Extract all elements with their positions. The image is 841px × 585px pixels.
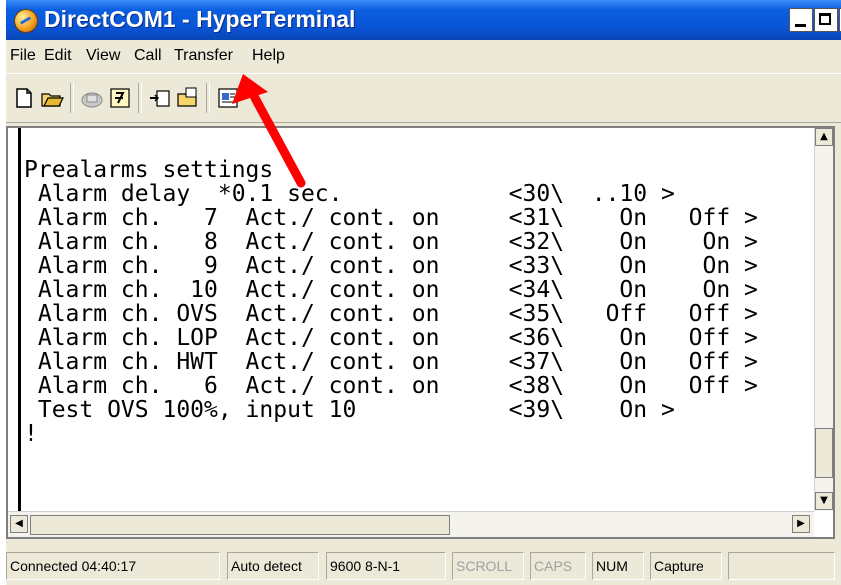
- phone-icon: [81, 92, 103, 108]
- terminal-screen[interactable]: Prealarms settings Alarm delay *0.1 sec.…: [8, 128, 814, 511]
- maximize-button[interactable]: [814, 8, 838, 32]
- terminal-line: Alarm ch. 7 Act./ cont. on <31\ On Off >: [24, 205, 758, 231]
- menu-view[interactable]: View: [86, 47, 120, 65]
- status-caps: CAPS: [530, 552, 586, 580]
- terminal-output: Prealarms settings Alarm delay *0.1 sec.…: [24, 158, 758, 446]
- title-bar[interactable]: DirectCOM1 - HyperTerminal ×: [6, 0, 841, 40]
- menu-file[interactable]: File: [10, 47, 36, 65]
- toolbar-separator: [138, 83, 142, 113]
- terminal-line: Alarm ch. 8 Act./ cont. on <32\ On On >: [24, 229, 758, 255]
- open-button[interactable]: [40, 86, 64, 110]
- menu-bar: File Edit View Call Transfer Help: [6, 40, 841, 73]
- properties-button[interactable]: [216, 86, 240, 110]
- call-button[interactable]: [80, 86, 104, 110]
- menu-help[interactable]: Help: [252, 47, 285, 65]
- menu-call[interactable]: Call: [134, 47, 162, 65]
- scroll-left-button[interactable]: ◀: [10, 515, 28, 533]
- terminal-line: Alarm ch. LOP Act./ cont. on <36\ On Off…: [24, 325, 758, 351]
- menu-transfer[interactable]: Transfer: [174, 47, 233, 65]
- open-icon: [41, 93, 64, 107]
- window-title: DirectCOM1 - HyperTerminal: [44, 6, 356, 32]
- terminal-line: Alarm delay *0.1 sec. <30\ ..10 >: [24, 181, 675, 207]
- status-capture: Capture: [650, 552, 722, 580]
- terminal-line: Test OVS 100%, input 10 <39\ On >: [24, 397, 675, 423]
- toolbar-separator: [206, 83, 210, 113]
- disconnect-button[interactable]: [108, 86, 132, 110]
- status-bar: Connected 04:40:17 Auto detect 9600 8-N-…: [6, 543, 841, 585]
- terminal-line: Alarm ch. OVS Act./ cont. on <35\ Off Of…: [24, 301, 758, 327]
- send-button[interactable]: [148, 86, 172, 110]
- status-scroll: SCROLL: [452, 552, 524, 580]
- send-icon: [150, 90, 170, 107]
- scroll-down-button[interactable]: ▼: [815, 492, 833, 510]
- disconnect-icon: [110, 88, 130, 108]
- hyperterminal-app-icon[interactable]: [14, 9, 38, 33]
- vertical-scroll-thumb[interactable]: [815, 428, 833, 478]
- hyperterminal-window: DirectCOM1 - HyperTerminal × File Edit V…: [6, 0, 841, 585]
- minimize-button[interactable]: [789, 8, 813, 32]
- vertical-scrollbar[interactable]: ▲ ▼: [814, 128, 833, 511]
- toolbar: [6, 73, 841, 123]
- horizontal-scroll-thumb[interactable]: [30, 515, 450, 535]
- horizontal-scrollbar[interactable]: ◀ ▶: [8, 511, 814, 537]
- terminal-line: Alarm ch. 9 Act./ cont. on <33\ On On >: [24, 253, 758, 279]
- scroll-right-button[interactable]: ▶: [792, 515, 810, 533]
- status-detect: Auto detect: [227, 552, 319, 580]
- status-print-echo: [728, 552, 835, 580]
- receive-icon: [177, 87, 197, 107]
- menu-edit[interactable]: Edit: [44, 47, 72, 65]
- terminal-line: Alarm ch. 10 Act./ cont. on <34\ On On >: [24, 277, 758, 303]
- new-icon: [16, 88, 32, 108]
- terminal-left-border: [18, 128, 21, 511]
- terminal-line: !: [24, 421, 38, 447]
- new-connection-button[interactable]: [12, 86, 36, 110]
- status-connected: Connected 04:40:17: [6, 552, 220, 580]
- terminal-line: Alarm ch. 6 Act./ cont. on <38\ On Off >: [24, 373, 758, 399]
- receive-button[interactable]: [176, 86, 200, 110]
- status-port: 9600 8-N-1: [326, 552, 446, 580]
- terminal-frame: Prealarms settings Alarm delay *0.1 sec.…: [6, 126, 835, 539]
- properties-icon: [218, 88, 238, 108]
- terminal-line: Prealarms settings: [24, 157, 274, 183]
- toolbar-separator: [70, 83, 74, 113]
- scroll-up-button[interactable]: ▲: [815, 128, 833, 146]
- status-num: NUM: [592, 552, 644, 580]
- terminal-line: Alarm ch. HWT Act./ cont. on <37\ On Off…: [24, 349, 758, 375]
